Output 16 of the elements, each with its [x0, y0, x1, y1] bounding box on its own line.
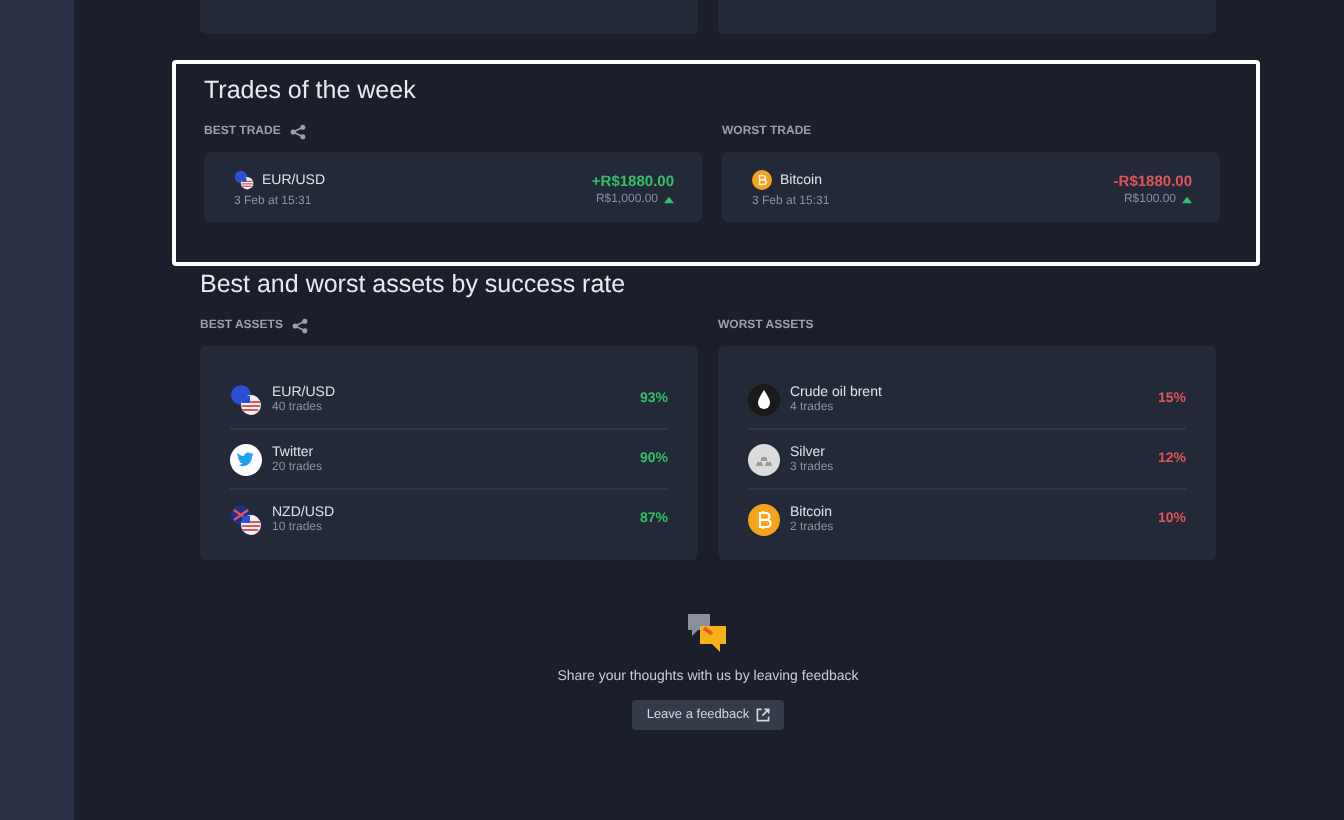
up-arrow-icon	[664, 196, 674, 204]
chat-bubbles-icon	[686, 610, 730, 654]
share-icon[interactable]	[290, 124, 307, 140]
currency-pair-icon	[230, 503, 262, 535]
currency-pair-icon	[230, 383, 262, 415]
section-title: Best and worst assets by success rate	[200, 270, 628, 298]
currency-pair-icon	[234, 170, 254, 190]
section-title: Trades of the week	[204, 76, 418, 104]
bird-icon	[230, 443, 262, 475]
share-icon[interactable]	[292, 318, 309, 334]
ingot-icon	[748, 443, 780, 475]
external-link-icon	[755, 708, 770, 722]
up-arrow-icon	[1182, 196, 1192, 204]
oil-drop-icon	[748, 383, 780, 415]
bitcoin-icon	[748, 503, 780, 535]
bitcoin-icon	[752, 170, 772, 190]
